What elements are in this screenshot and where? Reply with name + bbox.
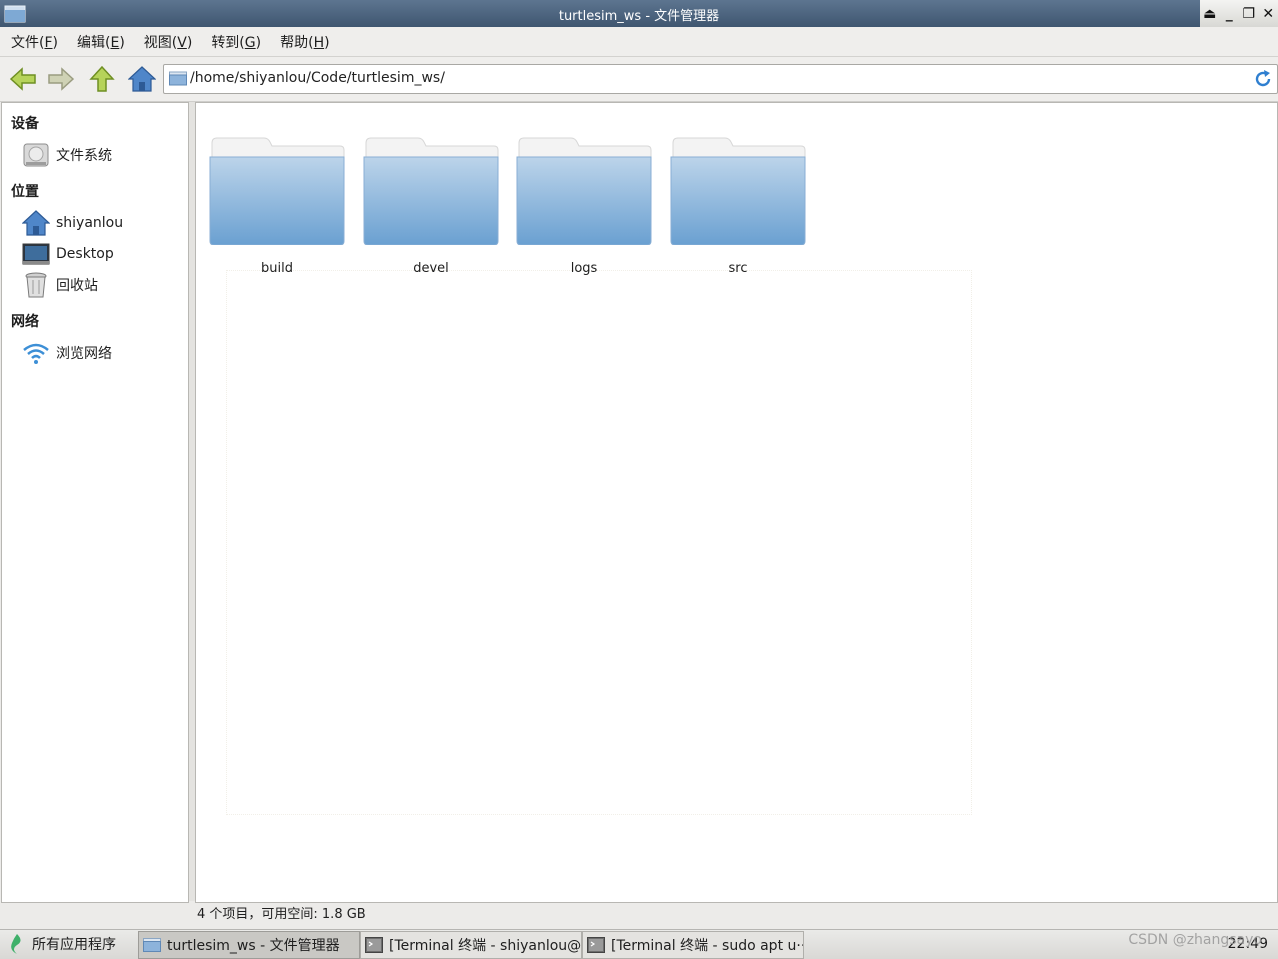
sidebar-item-label: 浏览网络 — [56, 346, 112, 362]
up-arrow-icon — [89, 65, 115, 92]
folder-item[interactable]: devel — [362, 133, 500, 276]
minimize-icon[interactable]: _ — [1221, 6, 1237, 22]
taskbar-item-label: [Terminal 终端 - sudo apt u··· — [611, 938, 804, 954]
status-bar: 4 个项目，可用空间: 1.8 GB — [197, 907, 366, 922]
taskbar-item-terminal-2[interactable]: [Terminal 终端 - sudo apt u··· — [582, 931, 804, 959]
wifi-icon — [22, 339, 50, 367]
sidebar-item-trash[interactable]: 回收站 — [22, 271, 182, 299]
sidebar-item-browse-network[interactable]: 浏览网络 — [22, 339, 182, 367]
folder-item[interactable]: src — [669, 133, 807, 276]
menu-view[interactable]: 视图(V) — [133, 32, 201, 52]
back-arrow-icon — [9, 67, 36, 91]
close-icon[interactable]: ✕ — [1260, 6, 1276, 22]
sidebar-heading-places: 位置 — [11, 184, 39, 200]
sidebar-item-home[interactable]: shiyanlou — [22, 209, 182, 237]
app-menu-icon — [11, 934, 21, 954]
taskbar: 所有应用程序 turtlesim_ws - 文件管理器 [Terminal 终端… — [0, 929, 1278, 959]
sidebar-item-desktop[interactable]: Desktop — [22, 240, 182, 268]
toolbar — [0, 57, 1278, 102]
applications-menu-button[interactable]: 所有应用程序 — [4, 931, 134, 957]
home-button[interactable] — [127, 64, 157, 94]
sidebar-item-label: shiyanlou — [56, 215, 124, 231]
rubberband-selection — [226, 270, 972, 815]
trash-icon — [22, 271, 50, 299]
sidebar: 设备 文件系统 位置 shiyanlou Desktop 回收站 网络 浏览网络 — [1, 102, 189, 903]
address-bar[interactable] — [163, 64, 1278, 94]
sidebar-heading-devices: 设备 — [11, 116, 39, 132]
sidebar-item-label: Desktop — [56, 246, 114, 262]
taskbar-item-label: [Terminal 终端 - shiyanlou@··· — [389, 938, 582, 954]
folder-icon — [143, 938, 161, 952]
address-input[interactable] — [190, 67, 1230, 89]
folder-name: src — [728, 261, 748, 276]
watermark: CSDN @zhangsayo — [1128, 932, 1262, 948]
sidebar-item-label: 回收站 — [56, 278, 98, 294]
folder-name: devel — [413, 261, 449, 276]
terminal-icon — [587, 937, 605, 953]
folder-icon — [670, 137, 806, 245]
home-icon — [128, 66, 156, 92]
back-button[interactable] — [8, 64, 38, 94]
menu-go[interactable]: 转到(G) — [200, 32, 269, 52]
menu-bar: 文件(F) 编辑(E) 视图(V) 转到(G) 帮助(H) — [0, 27, 1278, 57]
terminal-icon — [365, 937, 383, 953]
window-controls: ⏏ _ ❐ ✕ — [1200, 0, 1278, 27]
sidebar-item-label: 文件系统 — [56, 148, 112, 164]
folder-item[interactable]: build — [208, 133, 346, 276]
desktop-icon — [22, 240, 50, 268]
menu-file[interactable]: 文件(F) — [0, 32, 66, 52]
forward-arrow-icon — [48, 67, 75, 91]
window-title: turtlesim_ws - 文件管理器 — [558, 9, 720, 24]
eject-icon[interactable]: ⏏ — [1202, 6, 1218, 22]
sidebar-item-filesystem[interactable]: 文件系统 — [22, 141, 182, 169]
home-icon — [22, 209, 50, 237]
menu-edit[interactable]: 编辑(E) — [66, 32, 133, 52]
forward-button[interactable] — [46, 64, 76, 94]
folder-item[interactable]: logs — [515, 133, 653, 276]
folder-icon — [209, 137, 345, 245]
file-view[interactable]: build devel logs src — [195, 102, 1278, 903]
reload-icon[interactable] — [1253, 69, 1273, 89]
applications-menu-label: 所有应用程序 — [32, 937, 116, 953]
taskbar-item-terminal-1[interactable]: [Terminal 终端 - shiyanlou@··· — [360, 931, 582, 959]
up-button[interactable] — [87, 64, 117, 94]
menu-help[interactable]: 帮助(H) — [269, 32, 337, 52]
maximize-icon[interactable]: ❐ — [1241, 6, 1257, 22]
drive-icon — [22, 141, 50, 169]
taskbar-item-label: turtlesim_ws - 文件管理器 — [167, 938, 340, 954]
sidebar-heading-network: 网络 — [11, 314, 39, 330]
folder-name: logs — [570, 261, 598, 276]
folder-icon — [363, 137, 499, 245]
folder-icon — [169, 71, 187, 86]
taskbar-item-file-manager[interactable]: turtlesim_ws - 文件管理器 — [138, 931, 360, 959]
folder-icon — [516, 137, 652, 245]
title-bar[interactable]: turtlesim_ws - 文件管理器 ⏏ _ ❐ ✕ — [0, 0, 1278, 27]
folder-name: build — [261, 261, 293, 276]
